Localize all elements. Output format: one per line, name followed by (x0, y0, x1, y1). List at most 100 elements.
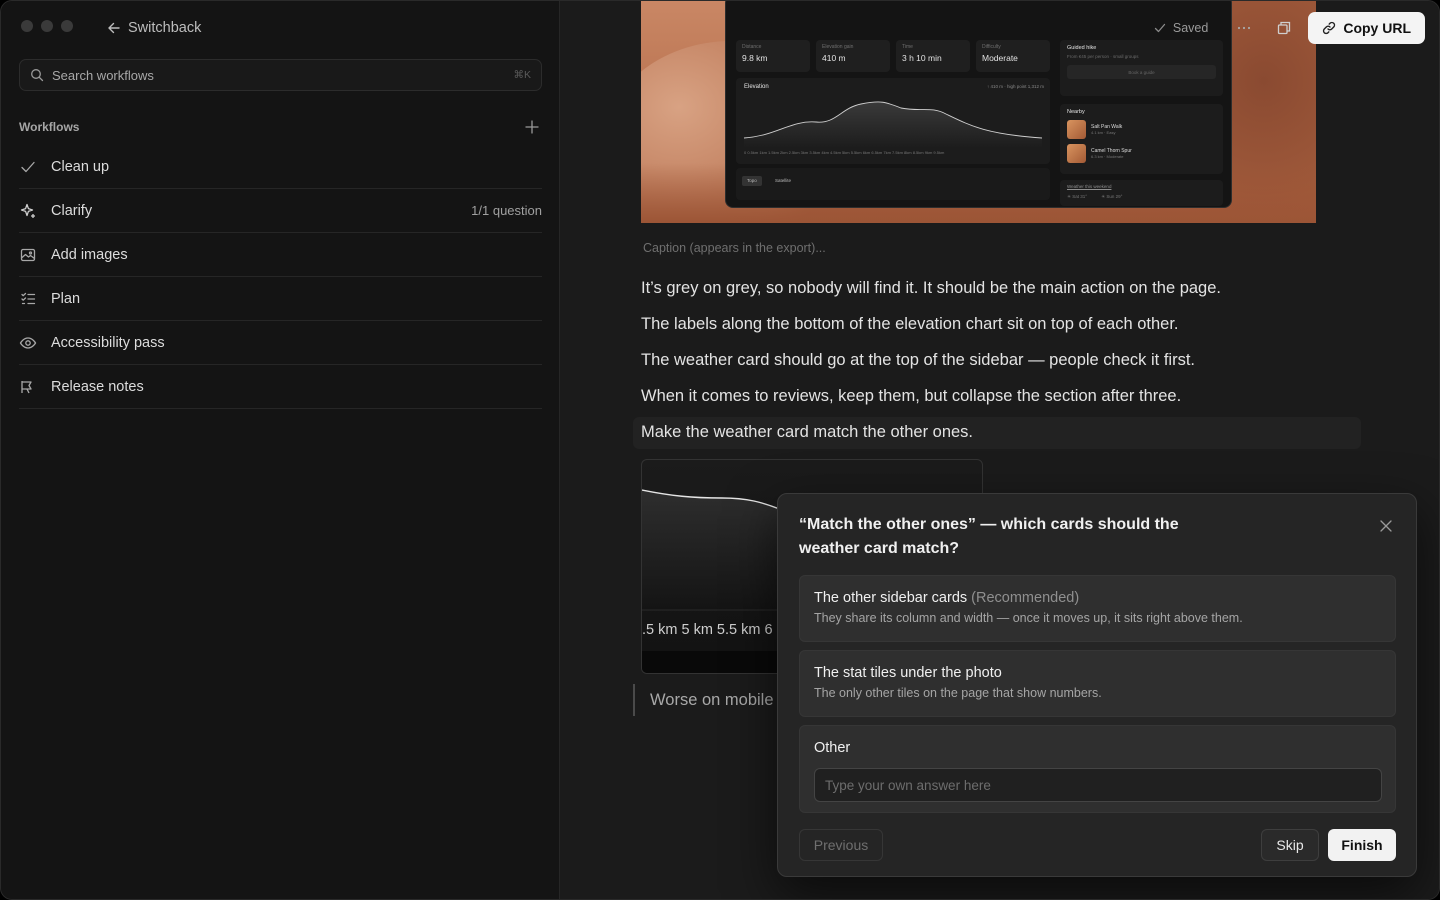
skip-button[interactable]: Skip (1261, 829, 1319, 861)
weather-title: Weather this weekend (1067, 184, 1112, 189)
images-icon (19, 244, 41, 266)
document-paragraph[interactable]: The weather card should go at the top of… (641, 351, 1195, 370)
workflows-header: Workflows (19, 117, 542, 137)
answer-option-title: The stat tiles under the photo (814, 665, 1381, 681)
duplicate-button[interactable] (1268, 12, 1300, 44)
workflow-item-release-notes[interactable]: Release notes (19, 365, 542, 409)
answer-option-title: The other sidebar cards (Recommended) (814, 590, 1381, 606)
workflows-title: Workflows (19, 120, 80, 134)
workflow-item-label: Accessibility pass (51, 334, 165, 351)
workflow-item-label: Add images (51, 246, 128, 263)
stat-tile-value: Moderate (982, 53, 1018, 63)
workflow-item-meta: 1/1 question (471, 203, 542, 218)
weather-forecast: ☀ Sat 31° ☀ Sun 29° (1067, 194, 1216, 200)
document-paragraph[interactable]: It’s grey on grey, so nobody will find i… (641, 279, 1221, 298)
copy-url-button[interactable]: Copy URL (1308, 12, 1425, 44)
search-icon (31, 69, 44, 82)
answer-option-stat-tiles[interactable]: The stat tiles under the photo The only … (799, 650, 1396, 717)
workflow-item-label: Clean up (51, 158, 110, 175)
close-dialog-button[interactable] (1378, 518, 1394, 534)
workflow-list: Clean up Clarify 1/1 question Add images… (19, 145, 542, 409)
link-icon (1323, 21, 1336, 35)
stat-tile-label: Difficulty (982, 44, 1001, 50)
duplicate-icon (1278, 21, 1291, 35)
answer-option-other[interactable]: Other (799, 725, 1396, 813)
zoom-window-button[interactable] (61, 20, 73, 32)
elevation-crop-ticks: .5 km 5 km 5.5 km 6 (642, 622, 773, 638)
top-toolbar: Saved Copy URL (1153, 12, 1425, 44)
clarify-question-dialog: “Match the other ones” — which cards sho… (777, 493, 1417, 877)
elevation-card: Elevation ↑ 410 m · high point 1,312 m 0… (736, 78, 1050, 164)
app-window: Switchback Search workflows ⌘K Workflows… (0, 0, 1440, 900)
document-paragraph[interactable]: When it comes to reviews, keep them, but… (641, 387, 1181, 406)
workflow-item-accessibility-pass[interactable]: Accessibility pass (19, 321, 542, 365)
nearby-card: Nearby Salt Pan Walk 4.1 km · Easy Camel… (1060, 104, 1223, 174)
answer-option-title-text: The stat tiles under the photo (814, 665, 1002, 681)
nearby-thumbnail (1067, 120, 1086, 139)
answer-option-description: They share its column and width — once i… (814, 611, 1243, 625)
close-window-button[interactable] (21, 20, 33, 32)
workflow-item-add-images[interactable]: Add images (19, 233, 542, 277)
stat-tile: Difficulty Moderate (976, 40, 1050, 72)
stat-tile: Elevation gain 410 m (816, 40, 890, 72)
workflow-item-clarify[interactable]: Clarify 1/1 question (19, 189, 542, 233)
plus-icon (525, 120, 539, 134)
nearby-item: Camel Thorn Spur 6.3 km · Moderate (1067, 144, 1216, 163)
document-blockquote[interactable]: Worse on mobile (633, 684, 774, 716)
workflow-item-label: Release notes (51, 378, 144, 395)
nearby-title: Nearby (1067, 109, 1085, 115)
search-placeholder: Search workflows (52, 67, 154, 83)
sparkle-icon (19, 200, 41, 222)
stat-tile-value: 9.8 km (742, 53, 768, 63)
stat-tile-label: Time (902, 44, 913, 50)
stat-tile: Time 3 h 10 min (896, 40, 970, 72)
document-paragraph-selected[interactable]: Make the weather card match the other on… (633, 417, 1361, 449)
nearby-item-detail: 6.3 km · Moderate (1091, 154, 1124, 159)
window-controls (21, 20, 73, 32)
guided-hike-title: Guided hike (1067, 45, 1097, 51)
megaphone-icon (19, 376, 41, 398)
answer-option-description: The only other tiles on the page that sh… (814, 686, 1102, 700)
more-options-button[interactable] (1228, 12, 1260, 44)
answer-option-title-text: The other sidebar cards (814, 590, 968, 606)
document-paragraph[interactable]: The labels along the bottom of the eleva… (641, 315, 1179, 334)
map-tabs: Topo Satellite (736, 168, 1050, 200)
back-link[interactable]: Switchback (107, 17, 201, 39)
search-input[interactable]: Search workflows ⌘K (19, 59, 542, 91)
close-icon (1380, 520, 1392, 532)
answer-option-sidebar-cards[interactable]: The other sidebar cards (Recommended) Th… (799, 575, 1396, 642)
tab-topo: Topo (742, 176, 762, 186)
workflow-item-clean-up[interactable]: Clean up (19, 145, 542, 189)
eye-icon (19, 332, 41, 354)
weather-card: Weather this weekend ☀ Sat 31° ☀ Sun 29° (1060, 180, 1223, 206)
stat-tile-value: 410 m (822, 53, 846, 63)
tab-satellite: Satellite (775, 178, 792, 183)
recommended-tag: (Recommended) (971, 590, 1080, 606)
other-answer-input[interactable] (814, 768, 1382, 802)
guided-hike-subtitle: From €45 per person · small groups (1067, 54, 1139, 59)
weather-day: ☀ Sat 31° (1067, 194, 1088, 199)
arrow-left-icon (108, 22, 120, 34)
guided-hike-card: Guided hike From €45 per person · small … (1060, 40, 1223, 96)
elevation-axis-ticks: 0 0.5km 1km 1.5km 2km 2.5km 3km 3.5km 4k… (744, 150, 945, 155)
image-caption-input[interactable]: Caption (appears in the export)... (643, 241, 826, 255)
previous-button[interactable]: Previous (799, 829, 883, 861)
stat-tile-label: Distance (742, 44, 762, 50)
checklist-icon (19, 288, 41, 310)
copy-url-label: Copy URL (1343, 20, 1411, 36)
save-status-label: Saved (1172, 21, 1209, 35)
search-shortcut: ⌘K (513, 69, 531, 81)
add-workflow-button[interactable] (522, 117, 542, 137)
stat-tile: Distance 9.8 km (736, 40, 810, 72)
weather-day: ☀ Sun 29° (1101, 194, 1123, 199)
dialog-question: “Match the other ones” — which cards sho… (799, 516, 1179, 557)
workflow-item-label: Plan (51, 290, 81, 307)
stat-tile-label: Elevation gain (822, 44, 854, 50)
sidebar: Switchback Search workflows ⌘K Workflows… (1, 1, 560, 899)
minimize-window-button[interactable] (41, 20, 53, 32)
finish-button[interactable]: Finish (1328, 829, 1396, 861)
nearby-item-detail: 4.1 km · Easy (1091, 130, 1116, 135)
workflow-item-plan[interactable]: Plan (19, 277, 542, 321)
more-icon (1238, 26, 1251, 30)
workflow-item-label: Clarify (51, 202, 93, 219)
